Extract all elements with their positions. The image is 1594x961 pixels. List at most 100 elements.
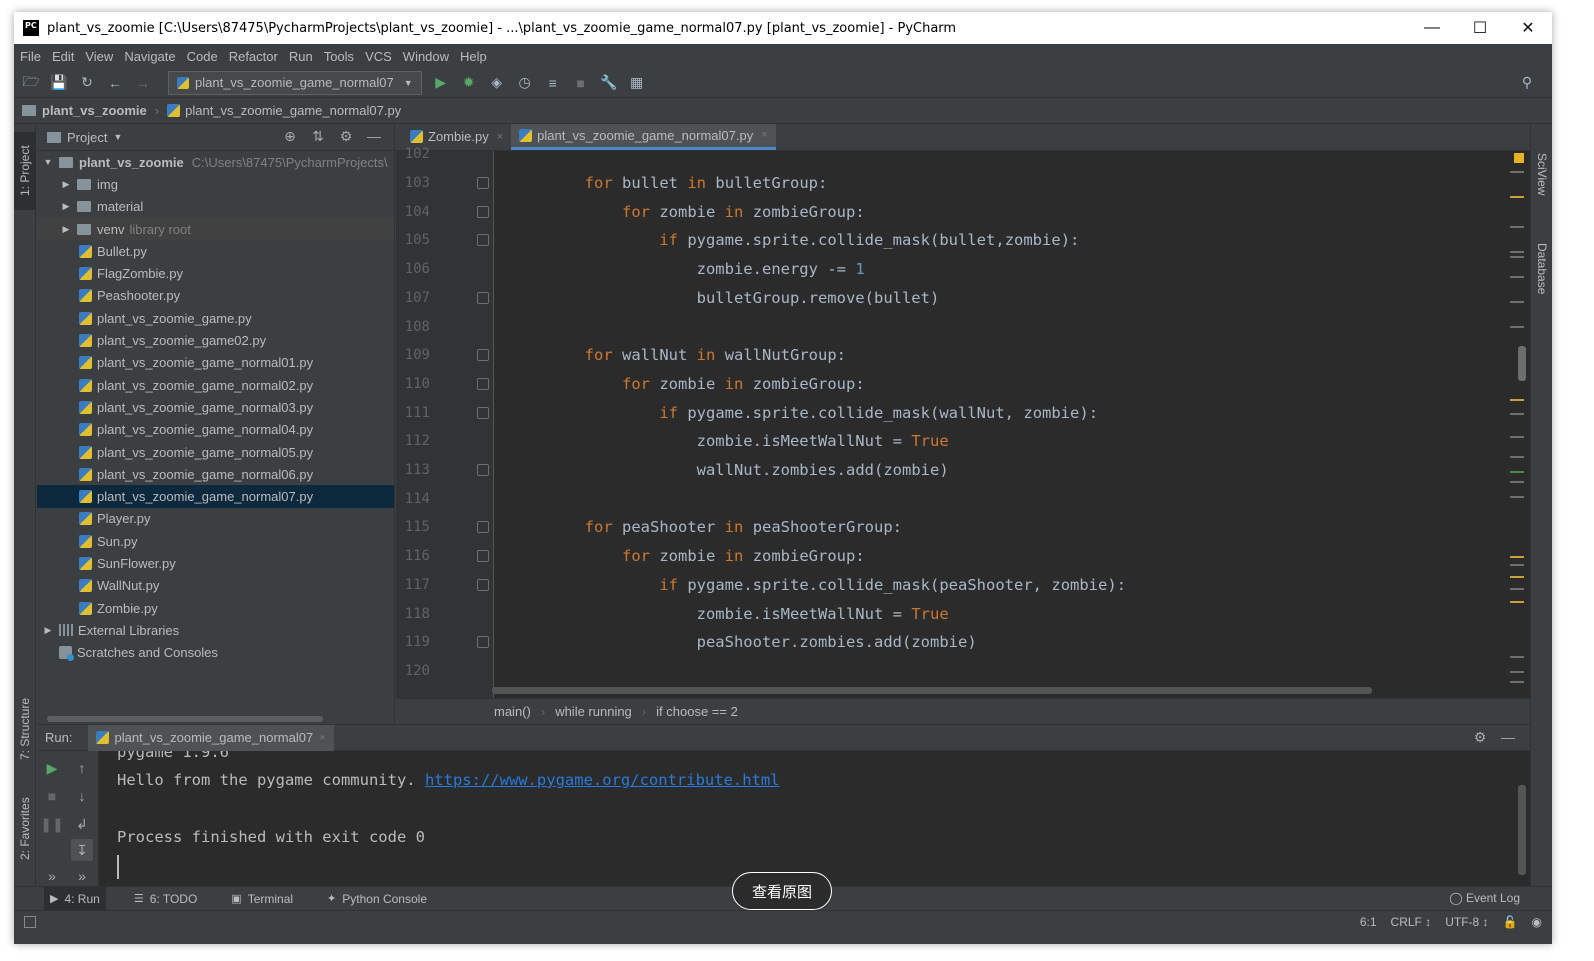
pause-icon[interactable]: ❚❚ [40, 813, 63, 835]
fold-marker-icon[interactable] [477, 177, 489, 190]
menu-refactor[interactable]: Refactor [229, 49, 278, 64]
fold-marker-icon[interactable] [477, 464, 489, 477]
tool-tab-favorites[interactable]: 2: Favorites [14, 784, 36, 874]
fold-marker-icon[interactable] [477, 291, 489, 304]
back-arrow-icon[interactable]: ← [104, 72, 126, 94]
editor-vertical-scrollbar[interactable] [1518, 346, 1526, 381]
inspector-icon[interactable]: ◉ [1532, 915, 1542, 929]
expand-arrow-icon[interactable]: ▼ [41, 157, 55, 167]
hide-panel-icon[interactable]: — [1494, 729, 1522, 746]
tree-file[interactable]: Sun.py [37, 530, 394, 552]
menu-navigate[interactable]: Navigate [124, 49, 175, 64]
more-icon[interactable]: » [71, 865, 93, 887]
collapse-all-icon[interactable]: ⇅ [304, 128, 332, 145]
menu-code[interactable]: Code [187, 49, 218, 64]
breadcrumb-file[interactable]: plant_vs_zoomie_game_normal07.py [185, 103, 401, 118]
code-line[interactable]: 114 [396, 484, 1530, 513]
wrench-settings-icon[interactable]: 🔧 [598, 72, 620, 94]
code-line[interactable]: 111 if pygame.sprite.collide_mask(wallNu… [396, 398, 1530, 427]
profile-icon[interactable]: ◷ [514, 72, 536, 94]
stop-icon[interactable]: ■ [41, 785, 63, 807]
tree-root[interactable]: ▼ plant_vs_zoomie C:\Users\87475\Pycharm… [37, 151, 394, 173]
save-icon[interactable]: 💾 [48, 72, 70, 94]
breadcrumb-loop[interactable]: while running [555, 704, 632, 719]
console-link[interactable]: https://www.pygame.org/contribute.html [425, 771, 780, 789]
hide-panel-icon[interactable]: — [360, 128, 388, 145]
breadcrumb-project[interactable]: plant_vs_zoomie [42, 103, 147, 118]
bottom-tab-todo[interactable]: ☰ 6: TODO [128, 887, 203, 911]
run-tab[interactable]: plant_vs_zoomie_game_normal07 × [88, 724, 334, 751]
stop-icon[interactable]: ■ [570, 72, 592, 94]
menu-window[interactable]: Window [403, 49, 449, 64]
fold-marker-icon[interactable] [477, 521, 489, 534]
bottom-tab-python-console[interactable]: ✦ Python Console [321, 887, 433, 911]
project-structure-icon[interactable]: ▦ [626, 72, 648, 94]
editor-horizontal-scrollbar[interactable] [492, 687, 1372, 694]
tree-file[interactable]: plant_vs_zoomie_game_normal06.py [37, 463, 394, 485]
run-icon[interactable]: ▶ [430, 72, 452, 94]
bottom-tab-terminal[interactable]: ▣ Terminal [225, 887, 299, 911]
code-line[interactable]: 118 zombie.isMeetWallNut = True [396, 599, 1530, 628]
expand-arrow-icon[interactable]: ▶ [59, 224, 73, 235]
more-icon[interactable]: » [41, 865, 63, 887]
warning-indicator-icon[interactable] [1514, 153, 1524, 163]
tool-tab-database[interactable]: Database [1531, 224, 1552, 314]
search-icon[interactable]: ⚲ [1516, 72, 1538, 94]
code-line[interactable]: 112 zombie.isMeetWallNut = True [396, 427, 1530, 456]
menu-vcs[interactable]: VCS [365, 49, 392, 64]
code-line[interactable]: 106 zombie.energy -= 1 [396, 255, 1530, 284]
fold-marker-icon[interactable] [477, 234, 489, 247]
project-panel-title[interactable]: Project [67, 130, 107, 145]
code-line[interactable]: 116 for zombie in zombieGroup: [396, 542, 1530, 571]
gear-icon[interactable]: ⚙ [332, 128, 360, 145]
fold-marker-icon[interactable] [477, 550, 489, 563]
tree-file[interactable]: Bullet.py [37, 240, 394, 262]
sync-icon[interactable]: ↻ [76, 72, 98, 94]
tree-folder-venv[interactable]: ▶ venv library root [37, 217, 394, 241]
close-button[interactable]: ✕ [1504, 12, 1552, 44]
run-with-coverage-icon[interactable]: ◈ [486, 72, 508, 94]
run-console-output[interactable]: pygame 1.9.6 Hello from the pygame commu… [117, 751, 1500, 892]
forward-arrow-icon[interactable]: → [132, 72, 154, 94]
open-folder-icon[interactable]: 🗁 [20, 72, 42, 94]
menu-run[interactable]: Run [289, 49, 313, 64]
tree-folder[interactable]: ▶ material [37, 196, 394, 218]
code-line[interactable]: 103 for bullet in bulletGroup: [396, 169, 1530, 198]
code-line[interactable]: 102 [396, 140, 1530, 169]
down-arrow-icon[interactable]: ↓ [71, 785, 93, 807]
tree-file[interactable]: WallNut.py [37, 575, 394, 597]
menu-edit[interactable]: Edit [52, 49, 74, 64]
scroll-to-end-icon[interactable]: ↧ [71, 839, 93, 861]
code-line[interactable]: 113 wallNut.zombies.add(zombie) [396, 456, 1530, 485]
breadcrumb-function[interactable]: main() [494, 704, 531, 719]
tree-file[interactable]: Peashooter.py [37, 285, 394, 307]
tree-file[interactable]: plant_vs_zoomie_game.py [37, 307, 394, 329]
fold-marker-icon[interactable] [477, 377, 489, 390]
fold-marker-icon[interactable] [477, 578, 489, 591]
file-encoding[interactable]: UTF-8 ↕ [1445, 915, 1488, 929]
lock-icon[interactable]: 🔓 [1503, 915, 1518, 929]
locate-target-icon[interactable]: ⊕ [276, 128, 304, 145]
tree-file[interactable]: plant_vs_zoomie_game02.py [37, 329, 394, 351]
fold-marker-icon[interactable] [477, 349, 489, 362]
caret-position[interactable]: 6:1 [1360, 915, 1377, 929]
tree-file[interactable]: plant_vs_zoomie_game_normal05.py [37, 441, 394, 463]
menu-help[interactable]: Help [460, 49, 487, 64]
tree-file[interactable]: FlagZombie.py [37, 262, 394, 284]
menu-file[interactable]: File [20, 49, 41, 64]
rerun-icon[interactable]: ▶ [41, 757, 63, 779]
code-line[interactable]: 105 if pygame.sprite.collide_mask(bullet… [396, 226, 1530, 255]
fold-marker-icon[interactable] [477, 636, 489, 649]
tree-file-selected[interactable]: plant_vs_zoomie_game_normal07.py [37, 485, 394, 508]
up-arrow-icon[interactable]: ↑ [71, 757, 93, 779]
code-line[interactable]: 107 bulletGroup.remove(bullet) [396, 284, 1530, 313]
console-scrollbar[interactable] [1518, 785, 1526, 875]
tree-file[interactable]: plant_vs_zoomie_game_normal02.py [37, 374, 394, 396]
code-line[interactable]: 120 [396, 657, 1530, 686]
line-separator[interactable]: CRLF ↕ [1391, 915, 1432, 929]
tree-folder[interactable]: ▶ img [37, 173, 394, 195]
code-line[interactable]: 104 for zombie in zombieGroup: [396, 197, 1530, 226]
tree-file[interactable]: Player.py [37, 508, 394, 530]
tree-external-libraries[interactable]: ▶ External Libraries [37, 619, 394, 641]
expand-arrow-icon[interactable]: ▶ [59, 179, 73, 190]
